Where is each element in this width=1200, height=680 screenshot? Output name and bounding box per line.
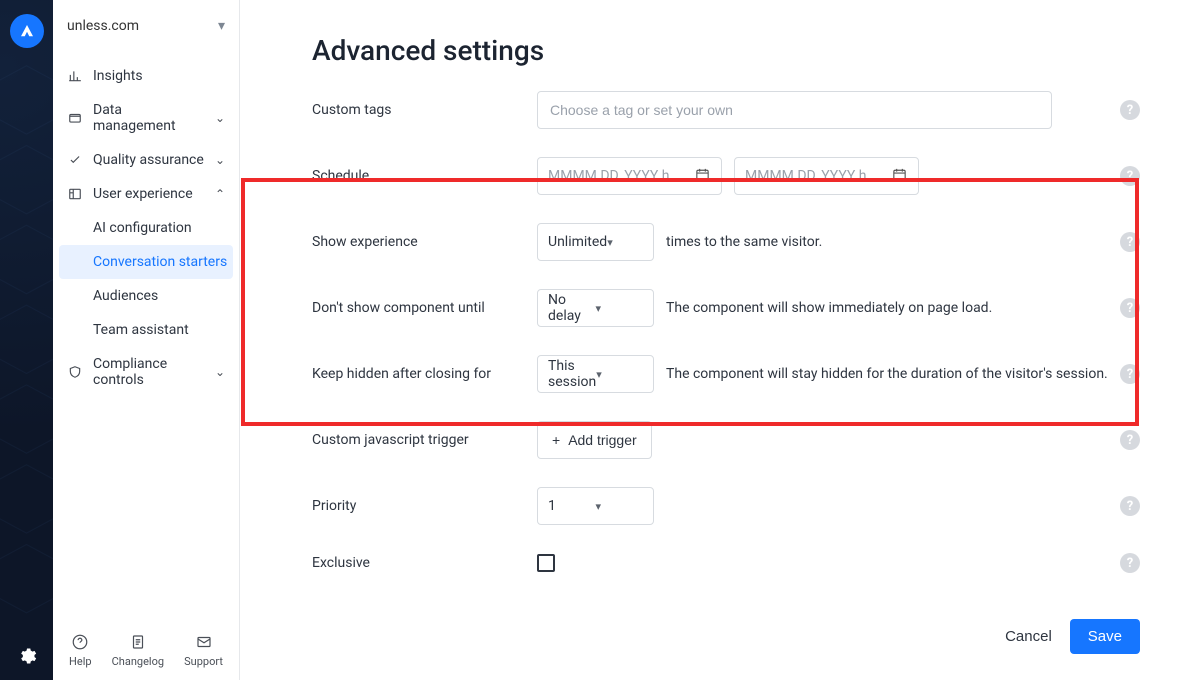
label-schedule: Schedule (312, 168, 537, 184)
row-delay: Don't show component until No delay ▾ Th… (312, 289, 1140, 327)
help-icon[interactable]: ? (1120, 232, 1140, 252)
main-content: Advanced settings Custom tags ? Schedule… (240, 0, 1200, 680)
support-link[interactable]: Support (184, 633, 223, 668)
row-hidden-after-close: Keep hidden after closing for This sessi… (312, 355, 1140, 393)
plus-icon: + (552, 432, 560, 448)
gear-icon (17, 646, 37, 666)
sidebar-sub-audiences[interactable]: Audiences (53, 279, 239, 313)
label-show-experience: Show experience (312, 234, 537, 250)
sidebar: unless.com ▾ Insights Data management ⌄ (53, 0, 240, 680)
document-icon (129, 633, 147, 651)
chevron-down-icon: ⌄ (215, 111, 225, 125)
check-badge-icon (67, 153, 83, 167)
hidden-after-close-select[interactable]: This session ▾ (537, 355, 654, 393)
row-exclusive: Exclusive ? (312, 553, 1140, 573)
calendar-icon (694, 166, 711, 187)
label-exclusive: Exclusive (312, 555, 537, 571)
caret-down-icon: ▾ (596, 302, 644, 315)
row-show-experience: Show experience Unlimited ▾ times to the… (312, 223, 1140, 261)
help-icon[interactable]: ? (1120, 553, 1140, 573)
help-icon[interactable]: ? (1120, 364, 1140, 384)
caret-down-icon: ▾ (607, 236, 643, 249)
priority-select[interactable]: 1 ▾ (537, 487, 654, 525)
sidebar-item-insights[interactable]: Insights (53, 59, 239, 93)
folder-icon (67, 111, 83, 125)
page-title: Advanced settings (312, 34, 1140, 67)
shield-icon (67, 365, 83, 379)
row-priority: Priority 1 ▾ ? (312, 487, 1140, 525)
changelog-link[interactable]: Changelog (112, 633, 164, 668)
row-js-trigger: Custom javascript trigger + Add trigger … (312, 421, 1140, 459)
mail-icon (195, 633, 213, 651)
bar-chart-icon (67, 69, 83, 83)
schedule-start-input[interactable]: MMMM DD, YYYY hh:m (537, 157, 722, 195)
rail-decor (0, 60, 53, 630)
row-custom-tags: Custom tags ? (312, 91, 1140, 129)
help-link[interactable]: Help (69, 633, 92, 668)
show-experience-suffix: times to the same visitor. (666, 234, 822, 250)
form-actions: Cancel Save (1005, 619, 1140, 654)
custom-tags-input[interactable] (537, 91, 1052, 129)
tent-icon (18, 22, 36, 40)
caret-down-icon: ▾ (218, 18, 225, 34)
caret-down-icon: ▾ (596, 368, 643, 381)
settings-button[interactable] (0, 646, 53, 666)
hidden-after-close-desc: The component will stay hidden for the d… (666, 366, 1108, 382)
label-priority: Priority (312, 498, 537, 514)
help-circle-icon (71, 633, 89, 651)
help-icon[interactable]: ? (1120, 298, 1140, 318)
sidebar-sub-ai-config[interactable]: AI configuration (53, 211, 239, 245)
caret-down-icon: ▾ (596, 500, 644, 513)
schedule-end-input[interactable]: MMMM DD, YYYY hh:m (734, 157, 919, 195)
sidebar-sub-conversation-starters[interactable]: Conversation starters (59, 245, 233, 279)
chevron-up-icon: ⌃ (215, 187, 225, 201)
cancel-button[interactable]: Cancel (1005, 628, 1052, 645)
label-js-trigger: Custom javascript trigger (312, 432, 537, 448)
help-icon[interactable]: ? (1120, 430, 1140, 450)
brand-logo[interactable] (10, 14, 44, 48)
exclusive-checkbox[interactable] (537, 554, 555, 572)
layout-icon (67, 187, 83, 201)
save-button[interactable]: Save (1070, 619, 1140, 654)
delay-desc: The component will show immediately on p… (666, 300, 992, 316)
workspace-switcher[interactable]: unless.com ▾ (53, 0, 239, 53)
chevron-down-icon: ⌄ (215, 153, 225, 167)
label-custom-tags: Custom tags (312, 102, 537, 118)
sidebar-item-data-management[interactable]: Data management ⌄ (53, 93, 239, 143)
sidebar-footer: Help Changelog Support (53, 623, 239, 680)
row-schedule: Schedule MMMM DD, YYYY hh:m MMMM DD, YYY… (312, 157, 1140, 195)
chevron-down-icon: ⌄ (215, 365, 225, 379)
help-icon[interactable]: ? (1120, 100, 1140, 120)
label-delay: Don't show component until (312, 300, 537, 316)
sidebar-item-user-experience[interactable]: User experience ⌃ (53, 177, 239, 211)
sidebar-item-compliance-controls[interactable]: Compliance controls ⌄ (53, 347, 239, 397)
settings-form: Custom tags ? Schedule MMMM DD, YYYY hh:… (312, 91, 1140, 573)
help-icon[interactable]: ? (1120, 166, 1140, 186)
sidebar-item-quality-assurance[interactable]: Quality assurance ⌄ (53, 143, 239, 177)
help-icon[interactable]: ? (1120, 496, 1140, 516)
calendar-icon (891, 166, 908, 187)
sidebar-nav: Insights Data management ⌄ Quality assur… (53, 53, 239, 623)
add-trigger-button[interactable]: + Add trigger (537, 421, 652, 459)
label-hidden-after-close: Keep hidden after closing for (312, 366, 537, 382)
show-experience-select[interactable]: Unlimited ▾ (537, 223, 654, 261)
delay-select[interactable]: No delay ▾ (537, 289, 654, 327)
workspace-name: unless.com (67, 18, 139, 34)
app-rail (0, 0, 53, 680)
sidebar-sub-team-assistant[interactable]: Team assistant (53, 313, 239, 347)
